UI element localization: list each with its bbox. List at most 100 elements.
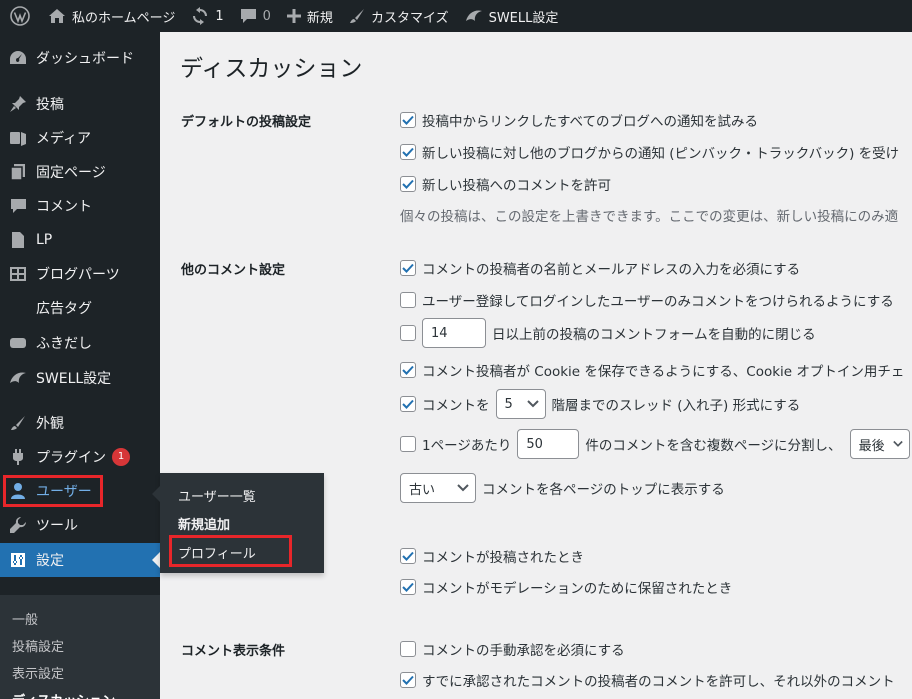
wordpress-logo-button[interactable] [0,0,40,32]
option-label: ユーザー登録してログインしたユーザーのみコメントをつけられるようにする [422,294,894,310]
option-row: すでに承認されたコメントの投稿者のコメントを許可し、それ以外のコメント [400,670,895,690]
sidebar-item-label: プラグイン [36,450,106,466]
grid-icon [10,267,26,281]
media-icon [10,132,26,146]
sidebar-item-tools[interactable]: ツール [0,508,160,542]
sidebar-item-label: 設定 [36,553,64,569]
settings-submenu: 一般 投稿設定 表示設定 ディスカッション [0,595,160,699]
option-row: コメントがモデレーションのために保留されたとき [400,577,732,597]
plugin-icon [13,449,23,465]
sidebar-item-label: LP [36,232,53,248]
submenu-writing[interactable]: 投稿設定 [12,636,64,655]
paginate-comments-checkbox[interactable] [400,436,416,452]
select-value: 古い [409,482,436,498]
cookie-optin-checkbox[interactable] [400,362,416,378]
sidebar-item-swell-settings[interactable]: SWELL設定 [0,361,160,395]
sidebar-item-plugins[interactable]: プラグイン 1 [0,440,160,474]
option-label: コメントを各ページのトップに表示する [482,482,725,498]
default-page-select[interactable]: 最後 [849,429,910,459]
sidebar-item-comments[interactable]: コメント [0,189,160,223]
option-label: コメントがモデレーションのために保留されたとき [422,581,733,597]
sidebar-item-appearance[interactable]: 外観 [0,406,160,440]
sidebar-item-label: ツール [36,518,78,534]
sidebar-item-label: コメント [36,199,92,215]
sidebar-item-pages[interactable]: 固定ページ [0,155,160,189]
new-content-link[interactable]: 新規 [279,0,341,32]
option-label: すでに承認されたコメントの投稿者のコメントを許可し、それ以外のコメント [422,674,895,690]
sidebar-item-speech-bubbles[interactable]: ふきだし [0,326,160,360]
chevron-down-icon [457,484,469,492]
sidebar-item-label: SWELL設定 [36,371,112,387]
checkmark-icon [402,365,414,375]
email-on-comment-checkbox[interactable] [400,548,416,564]
pingback-notify-checkbox[interactable] [400,112,416,128]
sidebar-item-media[interactable]: メディア [0,121,160,155]
home-icon [49,9,65,23]
email-on-moderation-checkbox[interactable] [400,579,416,595]
page-title: ディスカッション [180,56,363,82]
new-label: 新規 [306,10,333,26]
wordpress-icon [10,6,30,26]
users-highlight-box [3,475,103,507]
option-label: 新しい投稿に対し他のブログからの通知 (ピンバック・トラックバック) を受け [422,146,900,162]
sidebar-item-blog-parts[interactable]: ブログパーツ [0,257,160,291]
close-days-input[interactable]: 14 [422,318,486,348]
sidebar-item-label: ふきだし [36,336,92,352]
site-name-link[interactable]: 私のホームページ [40,0,183,32]
brush-icon [349,9,364,23]
comment-icon [10,199,26,213]
checkmark-icon [402,179,414,189]
option-label: 投稿中からリンクしたすべてのブログへの通知を試みる [422,114,759,130]
previously-approved-checkbox[interactable] [400,672,416,688]
comments-count: 0 [262,8,271,24]
updates-link[interactable]: 1 [183,0,231,32]
submenu-general[interactable]: 一般 [12,609,38,628]
swell-settings-link[interactable]: SWELL設定 [457,0,567,32]
registered-only-checkbox[interactable] [400,292,416,308]
sidebar-item-label: 投稿 [36,97,64,113]
sidebar-item-posts[interactable]: 投稿 [0,87,160,121]
comment-display-conditions-label: コメント表示条件 [181,644,286,659]
comments-per-page-input[interactable]: 50 [517,429,580,459]
sidebar-item-settings[interactable]: 設定 [0,543,160,577]
option-label: コメントを [422,398,490,414]
comment-order-select[interactable]: 古い [400,473,476,503]
require-name-email-checkbox[interactable] [400,260,416,276]
submenu-reading[interactable]: 表示設定 [12,663,64,682]
option-label: コメント投稿者が Cookie を保存できるようにする、Cookie オプトイン… [422,364,905,380]
comments-link[interactable]: 0 [232,0,279,32]
threaded-comments-checkbox[interactable] [400,396,416,412]
allow-comments-checkbox[interactable] [400,176,416,192]
option-label: コメントの投稿者の名前とメールアドレスの入力を必須にする [422,262,801,278]
option-row: コメントの手動承認を必須にする [400,639,625,659]
option-row: 投稿中からリンクしたすべてのブログへの通知を試みる [400,110,758,130]
default-post-settings-label: デフォルトの投稿設定 [181,115,312,130]
page-icon [10,164,25,181]
sidebar-item-label: 固定ページ [36,165,106,181]
sidebar-item-dashboard[interactable]: ダッシュボード [0,41,160,75]
manual-approval-checkbox[interactable] [400,641,416,657]
admin-bar: 私のホームページ 1 0 新規 カスタマイズ SWELL設定 [0,0,912,32]
submenu-discussion[interactable]: ディスカッション [12,690,115,699]
sidebar-item-label: ダッシュボード [36,51,134,67]
thread-depth-select[interactable]: 5 [495,389,546,419]
bubble-icon [10,338,26,348]
sidebar-item-label: 外観 [36,416,64,432]
accept-pingback-checkbox[interactable] [400,144,416,160]
option-label: 新しい投稿へのコメントを許可 [422,178,611,194]
sidebar-item-label: ブログパーツ [36,267,120,283]
customize-link[interactable]: カスタマイズ [341,0,457,32]
sidebar-item-lp[interactable]: LP [0,223,160,257]
option-row: コメントが投稿されたとき [400,546,584,566]
option-label: コメントが投稿されたとき [422,550,584,566]
auto-close-checkbox[interactable] [400,325,416,341]
checkmark-icon [402,551,414,561]
sidebar-item-ad-tags[interactable]: 広告タグ [0,291,160,325]
checkmark-icon [402,263,414,273]
option-row: 新しい投稿へのコメントを許可 [400,174,611,194]
admin-sidebar: ダッシュボード 投稿 メディア 固定ページ コメント LP ブログパーツ 広告タ… [0,32,160,699]
option-row: 1ページあたり 50 件のコメントを含む複数ページに分割し、 最後 [400,429,910,459]
option-row: コメントを 5 階層までのスレッド (入れ子) 形式にする [400,389,800,419]
sidebar-item-label: メディア [36,131,92,147]
wrench-icon [10,516,27,533]
